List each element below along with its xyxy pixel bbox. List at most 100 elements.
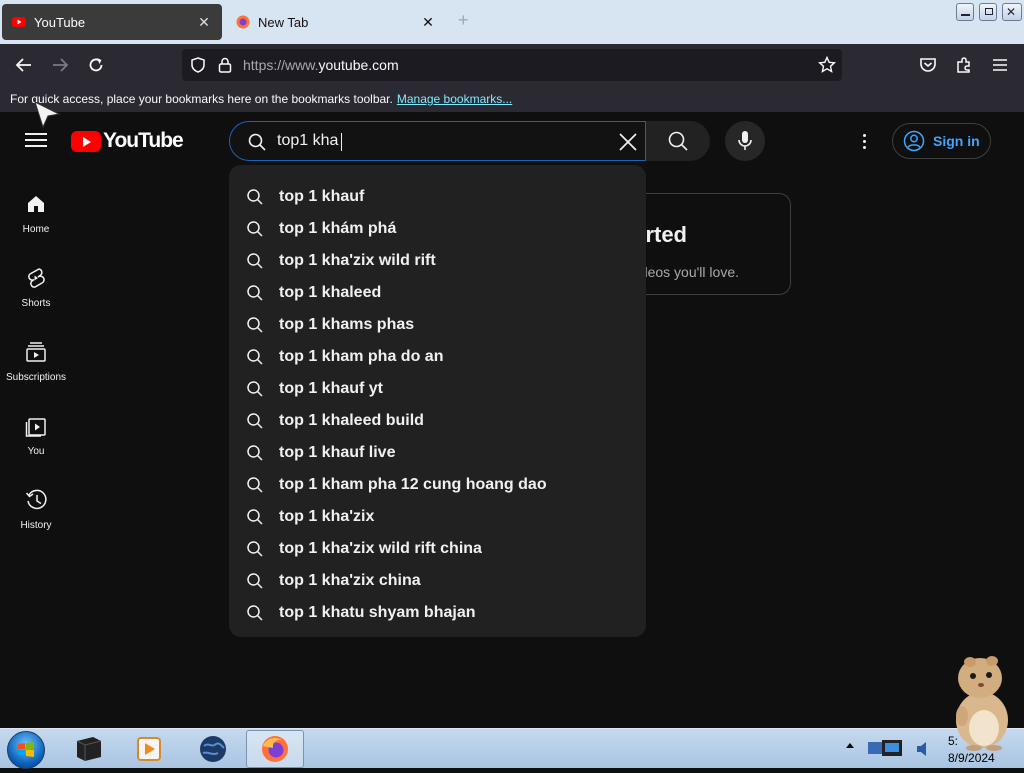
sidebar-item-you[interactable]: You	[0, 400, 72, 470]
reload-icon[interactable]	[85, 54, 107, 76]
search-suggestion-item[interactable]: top 1 khaleed build	[229, 405, 646, 437]
guide-menu-icon[interactable]	[25, 130, 47, 150]
sign-in-button[interactable]: Sign in	[892, 123, 991, 159]
taskbar-app-firefox-icon[interactable]	[246, 730, 304, 768]
search-suggestion-item[interactable]: top 1 kham pha 12 cung hoang dao	[229, 469, 646, 501]
tab-new-tab[interactable]: New Tab ✕	[226, 4, 446, 40]
suggestion-text: top 1 khauf	[279, 188, 365, 205]
restore-window-icon[interactable]	[979, 3, 997, 21]
tab-youtube[interactable]: YouTube ✕	[2, 4, 222, 40]
search-suggestion-item[interactable]: top 1 kha'zix wild rift china	[229, 533, 646, 565]
sidebar-item-label: Home	[22, 224, 50, 235]
suggestion-search-icon	[247, 445, 263, 461]
suggestion-text: top 1 kham pha 12 cung hoang dao	[279, 476, 547, 493]
suggestion-search-icon	[247, 317, 263, 333]
suggestion-search-icon	[247, 189, 263, 205]
start-button-icon[interactable]	[7, 731, 45, 769]
suggestion-search-icon	[247, 477, 263, 493]
bookmarks-toolbar-message: For quick access, place your bookmarks h…	[10, 92, 393, 106]
search-suggestion-item[interactable]: top 1 khams phas	[229, 309, 646, 341]
suggestion-text: top 1 kha'zix wild rift	[279, 252, 436, 269]
sidebar-item-subscriptions[interactable]: Subscriptions	[0, 326, 72, 396]
tab-youtube-label: YouTube	[34, 14, 86, 30]
search-button-icon	[668, 131, 688, 151]
bookmark-star-icon[interactable]	[818, 56, 836, 74]
search-suggestion-item[interactable]: top 1 khauf	[229, 181, 646, 213]
youtube-page: YouTube rted deos you'll love. Sign in H…	[0, 112, 1024, 728]
suggestion-text: top 1 khauf yt	[279, 380, 384, 397]
tab-new-tab-close-icon[interactable]: ✕	[420, 14, 436, 31]
suggestion-text: top 1 kha'zix china	[279, 572, 421, 589]
windows-taskbar: 5: 8/9/2024	[0, 728, 1024, 769]
search-suggestion-item[interactable]: top 1 kha'zix wild rift	[229, 245, 646, 277]
suggestion-search-icon	[247, 413, 263, 429]
taskbar-app-terminal-icon[interactable]	[60, 730, 118, 768]
you-icon	[24, 414, 48, 438]
suggestion-text: top 1 kham pha do an	[279, 348, 444, 365]
tab-youtube-close-icon[interactable]: ✕	[196, 14, 212, 31]
url-prefix: https://www.	[243, 57, 319, 73]
youtube-logo[interactable]: YouTube	[71, 129, 184, 153]
suggestion-search-icon	[247, 381, 263, 397]
pocket-icon[interactable]	[917, 54, 939, 76]
search-button[interactable]	[646, 121, 710, 161]
tab-new-tab-label: New Tab	[258, 14, 309, 30]
search-suggestions-dropdown: top 1 khauf top 1 khám phá top 1 kha'zix w…	[229, 165, 646, 637]
search-suggestion-item[interactable]: top 1 khám phá	[229, 213, 646, 245]
manage-bookmarks-link[interactable]: Manage bookmarks...	[397, 92, 512, 106]
suggestion-text: top 1 khaleed	[279, 284, 382, 301]
new-tab-plus-icon[interactable]: +	[458, 10, 469, 31]
taskbar-app-media-player-icon[interactable]	[120, 730, 178, 768]
suggestion-text: top 1 khatu shyam bhajan	[279, 604, 476, 621]
more-options-icon[interactable]	[855, 129, 873, 153]
search-box[interactable]	[229, 121, 646, 161]
home-icon	[24, 192, 48, 216]
youtube-play-logo-icon	[71, 130, 101, 152]
extensions-puzzle-icon[interactable]	[953, 54, 975, 76]
voice-search-button[interactable]	[725, 121, 765, 161]
suggestion-search-icon	[247, 605, 263, 621]
youtube-logo-text: YouTube	[103, 129, 184, 152]
account-circle-icon	[903, 130, 925, 152]
suggestion-search-icon	[247, 285, 263, 301]
sidebar-item-history[interactable]: History	[0, 474, 72, 544]
minimize-window-icon[interactable]	[956, 3, 974, 21]
network-tray-icon[interactable]	[866, 736, 908, 762]
search-suggestion-item[interactable]: top 1 kha'zix china	[229, 565, 646, 597]
browser-tab-strip: YouTube ✕ New Tab ✕ + ✕	[0, 0, 1024, 44]
address-bar[interactable]: https://www.youtube.com	[182, 49, 842, 81]
clear-search-icon[interactable]	[618, 132, 638, 152]
search-suggestion-item[interactable]: top 1 khaleed	[229, 277, 646, 309]
mouse-cursor-icon	[34, 101, 61, 129]
search-suggestion-item[interactable]: top 1 khauf yt	[229, 373, 646, 405]
history-icon	[24, 488, 48, 512]
sidebar-item-home[interactable]: Home	[0, 178, 72, 248]
suggestion-search-icon	[247, 509, 263, 525]
sidebar-item-label: Shorts	[21, 298, 51, 309]
taskbar-clock-date[interactable]: 8/9/2024	[948, 751, 995, 765]
forward-arrow-icon[interactable]	[49, 54, 71, 76]
tracking-shield-icon[interactable]	[190, 57, 206, 73]
back-arrow-icon[interactable]	[13, 54, 35, 76]
sidebar-item-shorts[interactable]: Shorts	[0, 252, 72, 322]
search-suggestion-item[interactable]: top 1 khauf live	[229, 437, 646, 469]
taskbar-app-globe-icon[interactable]	[184, 730, 242, 768]
suggestion-search-icon	[247, 253, 263, 269]
search-suggestion-item[interactable]: top 1 khatu shyam bhajan	[229, 597, 646, 629]
suggestion-search-icon	[247, 573, 263, 589]
desktop-pet-hamster-icon[interactable]	[940, 648, 1020, 752]
lock-icon[interactable]	[218, 57, 232, 73]
subscriptions-icon	[24, 340, 48, 364]
search-input[interactable]	[277, 130, 607, 152]
search-suggestion-item[interactable]: top 1 kha'zix	[229, 501, 646, 533]
search-suggestion-item[interactable]: top 1 kham pha do an	[229, 341, 646, 373]
search-icon	[248, 133, 266, 151]
browser-nav-bar: https://www.youtube.com	[0, 44, 1024, 86]
close-window-icon[interactable]: ✕	[1002, 3, 1022, 21]
suggestion-text: top 1 khaleed build	[279, 412, 424, 429]
sidebar-item-label: History	[20, 520, 52, 531]
suggestion-text: top 1 khams phas	[279, 316, 415, 333]
volume-tray-icon[interactable]	[914, 739, 932, 759]
suggestion-text: top 1 kha'zix wild rift china	[279, 540, 482, 557]
app-menu-icon[interactable]	[989, 54, 1011, 76]
